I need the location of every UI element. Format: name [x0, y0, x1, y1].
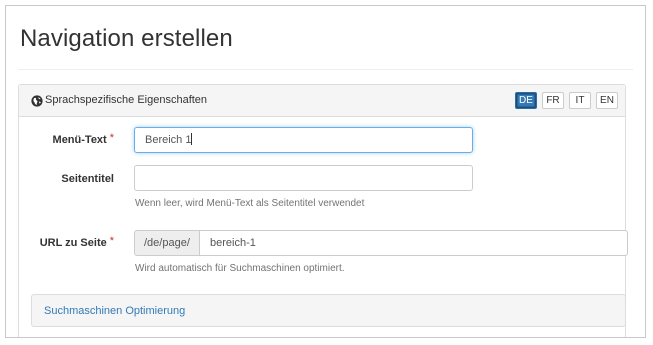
language-switcher: DE FR IT EN — [515, 92, 618, 109]
lang-button-fr[interactable]: FR — [542, 92, 564, 109]
menu-text-label: Menü-Text * — [19, 132, 114, 146]
url-label-text: URL zu Seite — [39, 237, 107, 249]
lang-button-de[interactable]: DE — [515, 92, 537, 109]
page-title-help: Wenn leer, wird Menü-Text als Seitentite… — [135, 198, 365, 209]
url-slug-value: bereich-1 — [210, 237, 256, 249]
url-slug-input[interactable]: bereich-1 — [200, 230, 628, 256]
required-marker: * — [109, 132, 114, 144]
lang-button-it[interactable]: IT — [569, 92, 591, 109]
url-help: Wird automatisch für Suchmaschinen optim… — [135, 263, 345, 274]
panel-title: Sprachspezifische Eigenschaften — [45, 94, 208, 106]
seo-collapsible-panel[interactable]: Suchmaschinen Optimierung — [31, 294, 626, 327]
globe-icon — [31, 95, 43, 107]
required-marker: * — [109, 235, 114, 247]
lang-button-en[interactable]: EN — [596, 92, 618, 109]
seo-toggle-link[interactable]: Suchmaschinen Optimierung — [44, 305, 185, 317]
menu-text-value: Bereich 1 — [145, 134, 192, 146]
title-divider — [18, 69, 633, 70]
url-label: URL zu Seite * — [19, 235, 114, 249]
page-title-label: Seitentitel — [19, 173, 114, 185]
url-prefix-addon: /de/page/ — [134, 230, 200, 256]
page-title: Navigation erstellen — [20, 25, 233, 52]
page-title-label-text: Seitentitel — [61, 173, 114, 185]
text-cursor — [191, 133, 193, 145]
menu-text-label-text: Menü-Text — [52, 134, 107, 146]
language-properties-panel: Sprachspezifische Eigenschaften DE FR IT… — [18, 84, 628, 337]
menu-text-input[interactable]: Bereich 1 — [134, 127, 473, 153]
window-frame: Navigation erstellen Sprachspezifische E… — [5, 5, 646, 338]
page-title-input[interactable] — [134, 165, 473, 191]
panel-heading: Sprachspezifische Eigenschaften DE FR IT… — [19, 85, 625, 117]
